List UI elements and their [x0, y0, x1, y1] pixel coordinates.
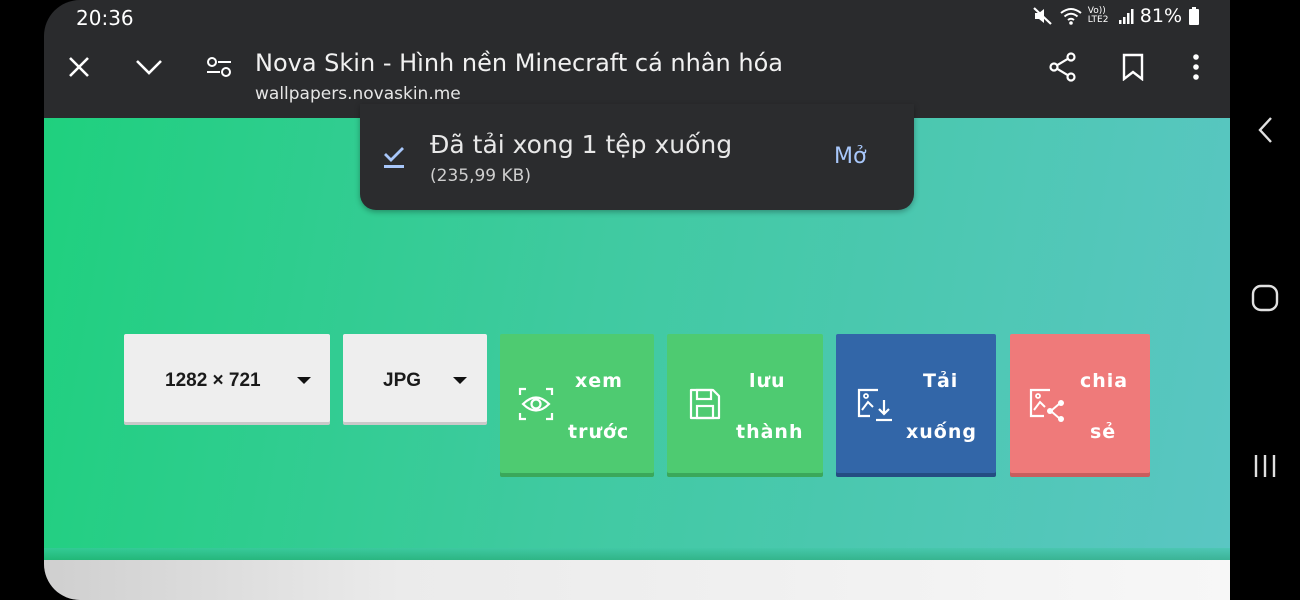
caret-down-icon [297, 377, 311, 384]
share-label-1: chia [1080, 370, 1129, 392]
format-select[interactable]: JPG [343, 334, 487, 422]
phone-screen: 20:36 Vo)) LTE2 81% Nova Skin - Hình nền… [44, 0, 1230, 600]
open-download-button[interactable]: Mở [834, 144, 866, 169]
save-label-1: lưu [749, 370, 786, 392]
close-icon [67, 55, 91, 84]
more-options-button[interactable] [1173, 46, 1219, 92]
status-time: 20:36 [76, 6, 134, 30]
caret-down-icon [453, 377, 467, 384]
image-share-icon [1028, 386, 1068, 431]
wifi-icon [1060, 7, 1082, 25]
page-title: Nova Skin - Hình nền Minecraft cá nhân h… [255, 49, 783, 77]
download-button[interactable]: Tải xuống [836, 334, 996, 473]
minimize-button[interactable] [126, 46, 172, 92]
status-icons: Vo)) LTE2 81% [1032, 5, 1200, 27]
signal-icon [1118, 7, 1134, 25]
resolution-select[interactable]: 1282 × 721 [124, 334, 330, 422]
preview-label-2: trước [568, 421, 630, 443]
site-settings-icon [206, 56, 232, 83]
more-vert-icon [1192, 53, 1200, 86]
toast-title: Đã tải xong 1 tệp xuống [430, 130, 733, 159]
preview-label-1: xem [575, 370, 623, 392]
save-label-2: thành [736, 421, 804, 443]
bookmark-icon [1122, 53, 1144, 86]
android-nav-bar [1230, 0, 1300, 600]
download-label-1: Tải [923, 370, 959, 392]
save-as-button[interactable]: lưu thành [667, 334, 823, 473]
save-icon [687, 386, 723, 427]
recents-button[interactable] [1245, 448, 1285, 488]
share-button[interactable] [1040, 46, 1086, 92]
back-button[interactable] [1245, 112, 1285, 152]
download-complete-toast: Đã tải xong 1 tệp xuống (235,99 KB) Mở [360, 104, 914, 210]
site-settings-button[interactable] [196, 46, 242, 92]
format-value: JPG [383, 370, 422, 391]
home-icon [1251, 284, 1279, 317]
mute-icon [1032, 6, 1054, 26]
battery-icon [1188, 6, 1200, 26]
share-image-button[interactable]: chia sẻ [1010, 334, 1150, 473]
download-done-icon [382, 144, 406, 175]
back-icon [1257, 116, 1273, 149]
image-download-icon [856, 386, 896, 431]
home-button[interactable] [1245, 280, 1285, 320]
battery-percent: 81% [1139, 5, 1182, 27]
content-divider [44, 548, 1230, 560]
share-label-2: sẻ [1090, 421, 1117, 443]
network-label: Vo)) LTE2 [1087, 6, 1109, 25]
chevron-down-icon [135, 58, 163, 81]
share-icon [1049, 51, 1077, 87]
preview-button[interactable]: xem trước [500, 334, 654, 473]
status-bar: 20:36 Vo)) LTE2 81% [44, 0, 1230, 34]
page-url[interactable]: wallpapers.novaskin.me [255, 84, 461, 104]
recents-icon [1252, 453, 1278, 484]
download-label-2: xuống [906, 421, 977, 443]
toast-file-size: (235,99 KB) [430, 166, 531, 186]
close-button[interactable] [56, 46, 102, 92]
eye-scan-icon [518, 386, 554, 427]
bookmark-button[interactable] [1110, 46, 1156, 92]
resolution-value: 1282 × 721 [165, 370, 261, 391]
page-footer [44, 560, 1230, 600]
